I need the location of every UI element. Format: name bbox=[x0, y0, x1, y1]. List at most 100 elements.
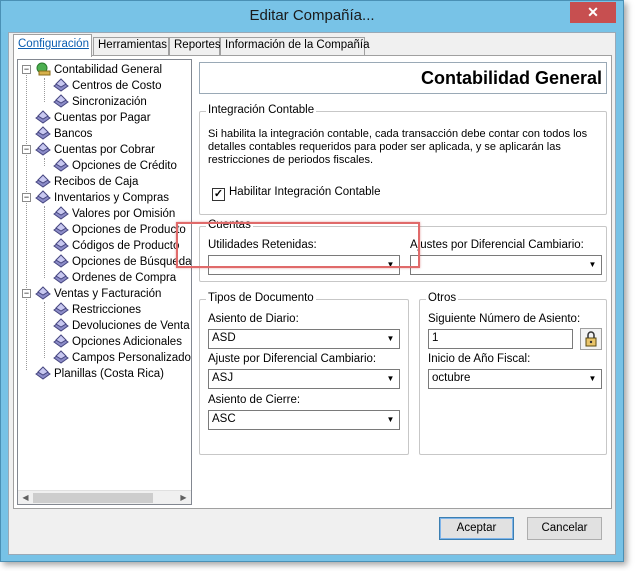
tree-item-label: Sincronización bbox=[72, 96, 147, 108]
tree-item-ordenes-compra[interactable]: Ordenes de Compra bbox=[53, 270, 176, 286]
tree-item-label: Ordenes de Compra bbox=[72, 272, 177, 284]
integration-description: Si habilita la integración contable, cad… bbox=[208, 128, 588, 166]
tree-item-sincronizacion[interactable]: Sincronización bbox=[53, 94, 147, 110]
module-icon bbox=[53, 238, 69, 252]
module-icon bbox=[53, 222, 69, 236]
tree-item-label: Opciones de Crédito bbox=[72, 160, 177, 172]
tree-item-bancos[interactable]: Bancos bbox=[35, 126, 92, 142]
tab-herramientas[interactable]: Herramientas bbox=[93, 37, 169, 56]
module-icon bbox=[53, 270, 69, 284]
tree-item-label: Valores por Omisión bbox=[72, 208, 176, 220]
accounting-globe-icon bbox=[36, 62, 51, 76]
module-icon bbox=[35, 286, 51, 300]
select-value: ASD bbox=[212, 332, 236, 344]
tree-horizontal-scrollbar[interactable]: ◀ ▶ bbox=[18, 490, 191, 504]
padlock-icon bbox=[585, 331, 597, 347]
chevron-down-icon[interactable]: ▼ bbox=[585, 257, 600, 273]
checkbox-label: Habilitar Integración Contable bbox=[229, 186, 381, 198]
scroll-thumb[interactable] bbox=[33, 493, 153, 503]
tree-item-centros-costo[interactable]: Centros de Costo bbox=[53, 78, 162, 94]
chevron-down-icon[interactable]: ▼ bbox=[383, 331, 398, 347]
collapse-cuentas-cobrar-icon[interactable]: − bbox=[22, 145, 31, 154]
accept-button[interactable]: Aceptar bbox=[439, 517, 514, 540]
tab-reportes[interactable]: Reportes bbox=[169, 37, 221, 56]
asiento-cierre-label: Asiento de Cierre: bbox=[208, 394, 301, 406]
module-icon bbox=[35, 142, 51, 156]
module-icon bbox=[35, 366, 51, 380]
module-icon bbox=[53, 206, 69, 220]
tree-item-ventas-facturacion[interactable]: Ventas y Facturación bbox=[35, 286, 161, 302]
tree-item-planillas[interactable]: Planillas (Costa Rica) bbox=[35, 366, 164, 382]
chevron-down-icon[interactable]: ▼ bbox=[585, 371, 600, 387]
tree-item-label: Contabilidad General bbox=[54, 64, 163, 76]
module-icon bbox=[53, 158, 69, 172]
asiento-cierre-select[interactable]: ASC ▼ bbox=[208, 410, 400, 430]
module-icon bbox=[53, 350, 69, 364]
page-title: Contabilidad General bbox=[420, 68, 602, 88]
tree-item-label: Cuentas por Pagar bbox=[54, 112, 151, 124]
tree-item-campos-personalizados[interactable]: Campos Personalizados bbox=[53, 350, 192, 366]
configuracion-panel: − − − − Contabilidad General Centros de … bbox=[13, 55, 612, 509]
scroll-right-icon[interactable]: ▶ bbox=[177, 492, 190, 504]
tree-item-label: Opciones Adicionales bbox=[72, 336, 182, 348]
window-title: Editar Compañía... bbox=[249, 7, 375, 24]
collapse-inventarios-icon[interactable]: − bbox=[22, 193, 31, 202]
tree-item-opciones-credito[interactable]: Opciones de Crédito bbox=[53, 158, 177, 174]
collapse-ventas-icon[interactable]: − bbox=[22, 289, 31, 298]
habilitar-integracion-checkbox[interactable]: ✓ Habilitar Integración Contable bbox=[212, 186, 381, 201]
tree-item-inventarios-compras[interactable]: Inventarios y Compras bbox=[35, 190, 169, 206]
tree-item-cuentas-pagar[interactable]: Cuentas por Pagar bbox=[35, 110, 151, 126]
integracion-contable-group: Integración Contable Si habilita la inte… bbox=[199, 104, 607, 215]
tree-item-label: Bancos bbox=[54, 128, 93, 140]
settings-tree[interactable]: − − − − Contabilidad General Centros de … bbox=[17, 59, 192, 505]
ajustes-diferencial-label: Ajustes por Diferencial Cambiario: bbox=[410, 239, 584, 251]
tree-item-cuentas-cobrar[interactable]: Cuentas por Cobrar bbox=[35, 142, 155, 158]
close-button[interactable]: ✕ bbox=[570, 2, 616, 23]
title-bar[interactable]: Editar Compañía... ✕ bbox=[1, 1, 623, 32]
tree-item-codigos-producto[interactable]: Códigos de Producto bbox=[53, 238, 179, 254]
ajuste-diferencial-label: Ajuste por Diferencial Cambiario: bbox=[208, 353, 377, 365]
tree-item-label: Recibos de Caja bbox=[54, 176, 139, 188]
lock-icon-button[interactable] bbox=[580, 328, 602, 350]
module-icon bbox=[35, 174, 51, 188]
module-icon bbox=[53, 318, 69, 332]
siguiente-numero-input[interactable]: 1 bbox=[428, 329, 573, 349]
tree-item-label: Opciones de Búsqueda bbox=[72, 256, 192, 268]
section-header: Contabilidad General bbox=[199, 62, 607, 94]
collapse-contabilidad-icon[interactable]: − bbox=[22, 65, 31, 74]
module-icon bbox=[53, 94, 69, 108]
tab-informacion-compania[interactable]: Información de la Compañía bbox=[220, 37, 369, 56]
tree-item-recibos-caja[interactable]: Recibos de Caja bbox=[35, 174, 138, 190]
inicio-ano-fiscal-select[interactable]: octubre ▼ bbox=[428, 369, 602, 389]
chevron-down-icon[interactable]: ▼ bbox=[383, 371, 398, 387]
tree-item-contabilidad-general[interactable]: Contabilidad General bbox=[35, 62, 162, 78]
tree-item-label: Inventarios y Compras bbox=[54, 192, 170, 204]
tree-item-label: Centros de Costo bbox=[72, 80, 162, 92]
group-label: Tipos de Documento bbox=[206, 292, 316, 304]
editar-compania-window: Editar Compañía... ✕ Configuración Herra… bbox=[0, 0, 624, 562]
scroll-left-icon[interactable]: ◀ bbox=[19, 492, 32, 504]
checkbox-check-icon[interactable]: ✓ bbox=[212, 188, 225, 201]
tipos-documento-group: Tipos de Documento Asiento de Diario: AS… bbox=[199, 292, 409, 455]
tree-item-opciones-busqueda[interactable]: Opciones de Búsqueda bbox=[53, 254, 192, 270]
module-icon bbox=[53, 254, 69, 268]
inicio-ano-fiscal-label: Inicio de Año Fiscal: bbox=[428, 353, 531, 365]
tab-configuracion[interactable]: Configuración bbox=[13, 34, 92, 57]
tree-item-opciones-producto[interactable]: Opciones de Producto bbox=[53, 222, 186, 238]
cancel-button[interactable]: Cancelar bbox=[527, 517, 602, 540]
dialog-client-area: Configuración Herramientas Reportes Info… bbox=[8, 32, 616, 555]
tree-item-label: Devoluciones de Venta bbox=[72, 320, 190, 332]
module-icon bbox=[35, 190, 51, 204]
tree-item-valores-omision[interactable]: Valores por Omisión bbox=[53, 206, 175, 222]
chevron-down-icon[interactable]: ▼ bbox=[383, 412, 398, 428]
tree-item-label: Campos Personalizados bbox=[72, 352, 192, 364]
tree-item-restricciones[interactable]: Restricciones bbox=[53, 302, 141, 318]
ajustes-diferencial-select[interactable]: ▼ bbox=[410, 255, 602, 275]
tree-item-label: Planillas (Costa Rica) bbox=[54, 368, 164, 380]
asiento-diario-select[interactable]: ASD ▼ bbox=[208, 329, 400, 349]
tree-item-devoluciones-venta[interactable]: Devoluciones de Venta bbox=[53, 318, 190, 334]
module-icon bbox=[53, 78, 69, 92]
ajuste-diferencial-select[interactable]: ASJ ▼ bbox=[208, 369, 400, 389]
tree-item-label: Restricciones bbox=[72, 304, 142, 316]
tree-item-opciones-adicionales[interactable]: Opciones Adicionales bbox=[53, 334, 182, 350]
